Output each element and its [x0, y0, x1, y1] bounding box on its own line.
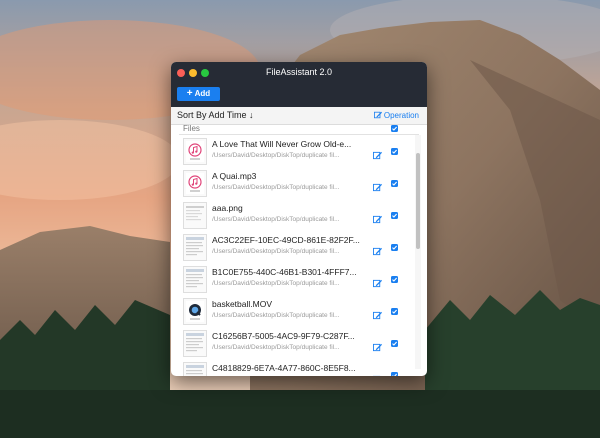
add-button-label: Add	[194, 89, 211, 98]
file-row[interactable]: A Love That Will Never Grow Old-e... /Use…	[179, 135, 413, 168]
file-row[interactable]: AC3C22EF-10EC-49CD-861E-82F2F... /Users/D…	[179, 231, 413, 264]
edit-icon[interactable]	[373, 339, 382, 352]
file-checkbox[interactable]	[391, 212, 398, 219]
document-thumbnail-icon	[183, 362, 207, 376]
operation-button[interactable]: Operation	[373, 111, 419, 120]
checkmark-icon	[392, 126, 398, 131]
file-name: AC3C22EF-10EC-49CD-861E-82F2F...	[212, 235, 360, 245]
file-name: A Quai.mp3	[212, 171, 257, 181]
add-button[interactable]: + Add	[177, 87, 220, 101]
document-thumbnail-icon	[183, 330, 207, 357]
plus-icon: +	[186, 88, 193, 99]
operation-label: Operation	[383, 111, 419, 120]
file-name: aaa.png	[212, 203, 243, 213]
edit-icon[interactable]	[373, 371, 382, 376]
scrollbar-thumb[interactable]	[416, 153, 420, 249]
file-checkbox[interactable]	[391, 308, 398, 315]
file-path: /Users/David/Desktop/DiskTop/duplicate f…	[212, 280, 340, 287]
edit-icon[interactable]	[373, 179, 382, 192]
app-window: FileAssistant 2.0 + Add Sort By Add Time …	[171, 62, 427, 376]
list-toolbar: Sort By Add Time ↓ Operation	[171, 107, 427, 125]
quicktime-file-icon	[183, 298, 207, 325]
file-checkbox[interactable]	[391, 340, 398, 347]
file-row[interactable]: C16256B7-5005-4AC9-9F79-C287F... /Users/D…	[179, 327, 413, 360]
document-thumbnail-icon	[183, 266, 207, 293]
file-path: /Users/David/Desktop/DiskTop/duplicate f…	[212, 344, 340, 351]
titlebar: FileAssistant 2.0 + Add	[171, 62, 427, 107]
select-all-checkbox[interactable]	[391, 125, 398, 132]
file-path: /Users/David/Desktop/DiskTop/duplicate f…	[212, 248, 340, 255]
window-title: FileAssistant 2.0	[265, 67, 333, 77]
file-checkbox[interactable]	[391, 180, 398, 187]
file-row[interactable]: B1C0E755-440C-46B1-B301-4FFF7... /Users/D…	[179, 263, 413, 296]
file-checkbox[interactable]	[391, 148, 398, 155]
file-list: A Love That Will Never Grow Old-e... /Use…	[179, 135, 413, 376]
file-row[interactable]: C4818829-6E7A-4A77-860C-8E5F8.../Users/D…	[179, 359, 413, 376]
file-path: /Users/David/Desktop/DiskTop/duplicate f…	[212, 152, 340, 159]
files-column-label: Files	[183, 124, 200, 133]
vertical-scrollbar[interactable]	[415, 135, 421, 369]
music-file-icon	[183, 138, 207, 165]
file-path: /Users/David/Desktop/DiskTop/duplicate f…	[212, 184, 340, 191]
file-name: basketball.MOV	[212, 299, 272, 309]
file-name: C4818829-6E7A-4A77-860C-8E5F8...	[212, 363, 356, 373]
file-row[interactable]: aaa.png/Users/David/Desktop/DiskTop/dupl…	[179, 199, 413, 232]
files-column-header: Files	[179, 124, 419, 135]
edit-icon[interactable]	[373, 211, 382, 224]
edit-icon[interactable]	[373, 275, 382, 288]
file-checkbox[interactable]	[391, 244, 398, 251]
file-path: /Users/David/Desktop/DiskTop/duplicate f…	[212, 312, 340, 319]
file-checkbox[interactable]	[391, 276, 398, 283]
file-name: C16256B7-5005-4AC9-9F79-C287F...	[212, 331, 355, 341]
image-thumbnail-icon	[183, 202, 207, 229]
sort-by-dropdown[interactable]: Sort By Add Time ↓	[177, 110, 254, 120]
file-row[interactable]: A Quai.mp3/Users/David/Desktop/DiskTop/d…	[179, 167, 413, 200]
file-name: A Love That Will Never Grow Old-e...	[212, 139, 352, 149]
file-row[interactable]: basketball.MOV/Users/David/Desktop/DiskT…	[179, 295, 413, 328]
edit-icon[interactable]	[373, 243, 382, 256]
edit-icon[interactable]	[373, 147, 382, 160]
edit-icon	[373, 111, 382, 119]
edit-icon[interactable]	[373, 307, 382, 320]
file-name: B1C0E755-440C-46B1-B301-4FFF7...	[212, 267, 357, 277]
music-file-icon	[183, 170, 207, 197]
file-checkbox[interactable]	[391, 372, 398, 376]
document-thumbnail-icon	[183, 234, 207, 261]
file-path: /Users/David/Desktop/DiskTop/duplicate f…	[212, 216, 340, 223]
